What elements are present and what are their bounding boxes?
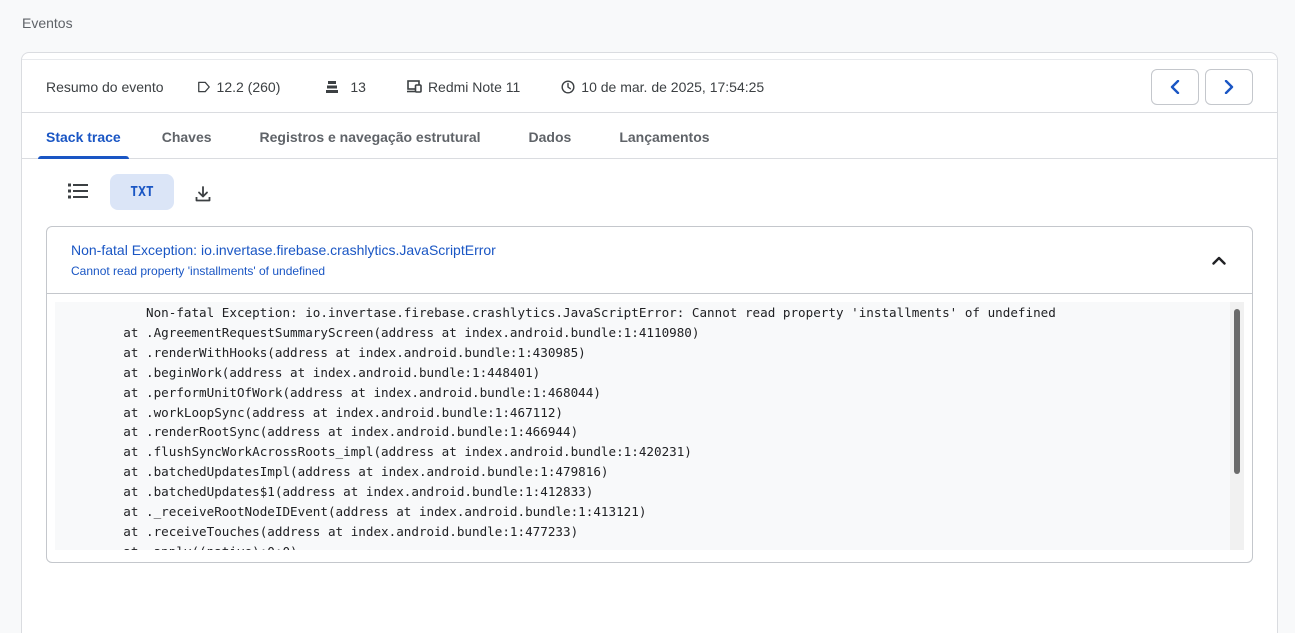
download-button[interactable] <box>192 183 214 205</box>
tab-logs-breadcrumbs[interactable]: Registros e navegação estrutural <box>260 114 481 159</box>
tab-data[interactable]: Dados <box>529 114 572 159</box>
count-label: 13 <box>350 78 366 95</box>
stack-trace-line: at .workLoopSync(address at index.androi… <box>55 404 563 420</box>
stack-trace-content: Non-fatal Exception: io.invertase.fireba… <box>55 302 1244 550</box>
clock-icon <box>561 79 575 94</box>
chevron-up-icon <box>1212 256 1226 265</box>
stack-trace-line: at .batchedUpdates$1(address at index.an… <box>55 484 594 500</box>
device-meta: Redmi Note 11 <box>406 78 521 95</box>
collapse-button[interactable] <box>1210 251 1228 269</box>
stack-icon <box>326 80 339 93</box>
stack-trace-line: at .flushSyncWorkAcrossRoots_impl(addres… <box>55 444 692 460</box>
stack-trace-line: at .renderRootSync(address at index.andr… <box>55 424 579 440</box>
devices-icon <box>406 80 422 93</box>
list-view-button[interactable] <box>66 179 90 203</box>
text-view-button[interactable]: TXT <box>110 174 174 210</box>
stack-trace-line: at .receiveTouches(address at index.andr… <box>55 523 579 539</box>
time-meta: 10 de mar. de 2025, 17:54:25 <box>561 79 764 95</box>
timestamp-label: 10 de mar. de 2025, 17:54:25 <box>581 78 765 95</box>
stack-trace-line: at .beginWork(address at index.android.b… <box>55 364 541 380</box>
list-icon <box>68 183 88 199</box>
stack-trace-line: at .AgreementRequestSummaryScreen(addres… <box>55 324 700 340</box>
exception-panel: Non-fatal Exception: io.invertase.fireba… <box>46 226 1253 563</box>
previous-event-button[interactable] <box>1151 69 1199 105</box>
event-card: Resumo do evento 12.2 (260) 13 Redmi Not… <box>21 52 1278 633</box>
stack-trace-line: at .renderWithHooks(address at index.and… <box>55 344 586 360</box>
exception-title: Non-fatal Exception: io.invertase.fireba… <box>71 242 496 258</box>
count-meta: 13 <box>326 79 366 95</box>
stack-trace-scrollbar[interactable] <box>1230 302 1244 550</box>
version-meta: 12.2 (260) <box>197 78 281 95</box>
download-icon <box>195 186 211 202</box>
scrollbar-thumb[interactable] <box>1234 309 1240 474</box>
stack-trace-line: at ._receiveRootNodeIDEvent(address at i… <box>55 504 647 520</box>
exception-header[interactable]: Non-fatal Exception: io.invertase.fireba… <box>47 227 1252 294</box>
stack-trace-text[interactable]: Non-fatal Exception: io.invertase.fireba… <box>55 302 1244 550</box>
stack-trace-line: at .performUnitOfWork(address at index.a… <box>55 384 601 400</box>
summary-title: Resumo do evento <box>46 78 164 95</box>
stack-trace-line: Non-fatal Exception: io.invertase.fireba… <box>55 305 1056 320</box>
stack-trace-line: at .apply((native):0:0) <box>55 542 1244 550</box>
version-label: 12.2 (260) <box>216 78 281 95</box>
event-tabs: Stack trace Chaves Registros e navegação… <box>22 114 1277 159</box>
chevron-left-icon <box>1170 80 1180 94</box>
tab-stack-trace[interactable]: Stack trace <box>38 114 129 159</box>
event-summary-bar: Resumo do evento 12.2 (260) 13 Redmi Not… <box>22 61 1277 113</box>
stack-trace-line: at .batchedUpdatesImpl(address at index.… <box>55 464 609 480</box>
chevron-right-icon <box>1224 80 1234 94</box>
next-event-button[interactable] <box>1205 69 1253 105</box>
section-title: Eventos <box>22 15 73 31</box>
tab-keys[interactable]: Chaves <box>162 114 212 159</box>
tab-releases[interactable]: Lançamentos <box>619 114 709 159</box>
card-divider <box>22 59 1277 60</box>
device-label: Redmi Note 11 <box>427 78 521 95</box>
tag-icon <box>197 81 210 92</box>
exception-subtitle: Cannot read property 'installments' of u… <box>71 264 326 278</box>
